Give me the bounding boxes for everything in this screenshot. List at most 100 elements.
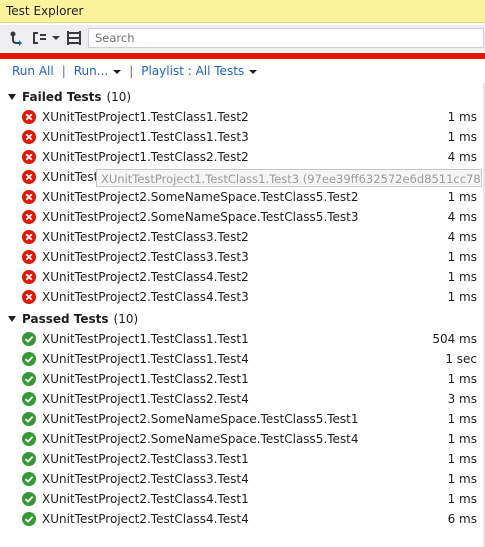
test-name: XUnitTestProject1.TestClass2.Test4 [42, 392, 249, 406]
playlist-label: Playlist : All Tests [141, 64, 245, 78]
test-duration: 4 ms [447, 230, 477, 244]
group-title: Failed Tests [22, 90, 102, 104]
group-count: (10) [106, 90, 132, 104]
test-row[interactable]: XUnitTestProject2.SomeNameSpace.TestClas… [0, 187, 485, 207]
test-row[interactable]: XUnitTestProject1.TestClass1.Test1 504 ms [0, 329, 485, 349]
collapse-arrow-icon[interactable] [8, 316, 16, 322]
test-row[interactable]: XUnitTestProject2.SomeNameSpace.TestClas… [0, 429, 485, 449]
test-name: XUnitTestProject2.TestClass3.Test1 [42, 452, 249, 466]
test-name: XUnitTestProject1.TestClass1.Test3 [42, 130, 249, 144]
test-row[interactable]: XUnitTestProject2.TestClass3.Test3 1 ms [0, 247, 485, 267]
test-row[interactable]: XUnitTestProject1.TestClass1.Test4 1 sec [0, 349, 485, 369]
test-name: XUnitTestProject1.TestClass1.Test2 [42, 110, 249, 124]
test-name: XUnitTestProject2.TestClass4.Test3 [42, 290, 249, 304]
test-row[interactable]: XUnitTestProject1.TestClass1.Test3 1 ms [0, 127, 485, 147]
test-row[interactable]: XUnitTestProject2.SomeNameSpace.TestClas… [0, 409, 485, 429]
failed-icon [22, 130, 36, 144]
test-name: XUnitTestProject1.TestClass2.Test2 [42, 150, 249, 164]
test-duration: 1 ms [447, 432, 477, 446]
dropdown-icon[interactable] [51, 28, 61, 48]
search-input[interactable] [89, 29, 481, 47]
test-row[interactable]: XUnitTestProject2.TestClass4.Test1 1 ms [0, 489, 485, 509]
failed-icon [22, 230, 36, 244]
run-all-link[interactable]: Run All [12, 64, 54, 78]
actions-bar: Run All | Run... | Playlist : All Tests [0, 59, 485, 83]
test-name: XUnitTestProject2.SomeNameSpace.TestClas… [42, 190, 359, 204]
test-name: XUnitTestProject2.TestClass3.Test3 [42, 250, 249, 264]
passed-icon [22, 392, 36, 406]
toolbar [0, 25, 485, 51]
passed-icon [22, 352, 36, 366]
test-row[interactable]: XUnitTestProject2.TestClass3.Test2 4 ms [0, 227, 485, 247]
test-duration: 504 ms [432, 332, 477, 346]
run-link[interactable]: Run... [73, 64, 122, 78]
test-row[interactable]: XUnitTestProject2.TestClass3.Test4 1 ms [0, 469, 485, 489]
passed-tests-group[interactable]: Passed Tests (10) [0, 309, 485, 329]
collapse-arrow-icon[interactable] [8, 94, 16, 100]
test-duration: 3 ms [447, 392, 477, 406]
passed-icon [22, 332, 36, 346]
passed-icon [22, 412, 36, 426]
test-settings-icon[interactable] [6, 28, 26, 48]
test-row[interactable]: XUnitTestProject2.TestClass4.Test2 1 ms [0, 267, 485, 287]
failed-icon [22, 270, 36, 284]
failed-icon [22, 150, 36, 164]
group-by-icon[interactable] [30, 28, 50, 48]
test-name: XUnitTestProject2.SomeNameSpace.TestClas… [42, 210, 359, 224]
failed-icon [22, 210, 36, 224]
test-duration: 1 ms [447, 130, 477, 144]
title-bar: Test Explorer [0, 0, 485, 23]
passed-icon [22, 452, 36, 466]
failed-icon [22, 190, 36, 204]
test-name: XUnitTestProject2.TestClass4.Test1 [42, 492, 249, 506]
failed-icon [22, 290, 36, 304]
passed-icon [22, 492, 36, 506]
test-name: XUnitTestProject2.TestClass4.Test4 [42, 512, 249, 526]
group-count: (10) [113, 312, 139, 326]
test-duration: 1 ms [447, 492, 477, 506]
test-name: XUnitTestProject1.TestClass1.Test1 [42, 332, 249, 346]
test-duration: 4 ms [447, 150, 477, 164]
separator: | [61, 64, 66, 78]
test-row[interactable]: XUnitTestProject1.TestClass2.Test1 1 ms [0, 369, 485, 389]
failed-tests-group[interactable]: Failed Tests (10) [0, 87, 485, 107]
test-row[interactable]: XUnitTestProject2.TestClass3.Test1 1 ms [0, 449, 485, 469]
test-row[interactable]: XUnitTestProject1.TestClass2.Test2 4 ms [0, 147, 485, 167]
test-name: XUnitTestProject2.SomeNameSpace.TestClas… [42, 412, 359, 426]
test-duration: 1 ms [447, 250, 477, 264]
test-row[interactable]: XUnitTestProject2.SomeNameSpace.TestClas… [0, 207, 485, 227]
test-duration: 1 ms [447, 372, 477, 386]
group-title: Passed Tests [22, 312, 109, 326]
test-name: XUnitTestProject2.TestClass4.Test2 [42, 270, 249, 284]
playlist-link[interactable]: Playlist : All Tests [141, 64, 258, 78]
test-name: XUnitTestProject2.TestClass3.Test4 [42, 472, 249, 486]
test-duration: 4 ms [447, 210, 477, 224]
search-box [88, 28, 484, 48]
test-duration: 1 ms [447, 270, 477, 284]
run-label: Run... [73, 64, 109, 78]
passed-icon [22, 512, 36, 526]
chevron-down-icon [113, 69, 122, 74]
passed-icon [22, 472, 36, 486]
test-name: XUnitTestProject2.TestClass3.Test2 [42, 230, 249, 244]
test-name: XUnitTestProject1.TestClass1.Test4 [42, 352, 249, 366]
test-duration: 1 sec [445, 352, 477, 366]
columns-icon[interactable] [64, 28, 84, 48]
passed-icon [22, 432, 36, 446]
test-row[interactable]: XUnitTestProject1.TestClass1.Test2 1 ms [0, 107, 485, 127]
test-duration: 1 ms [447, 452, 477, 466]
separator: | [129, 64, 134, 78]
test-duration: 1 ms [447, 412, 477, 426]
test-duration: 1 ms [447, 472, 477, 486]
test-row[interactable]: XUnitTestProject2.TestClass4.Test3 1 ms [0, 287, 485, 307]
test-name: XUnitTestProject2.SomeNameSpace.TestClas… [42, 432, 359, 446]
test-name: XUnitTestProject1.TestClass2.Test1 [42, 372, 249, 386]
passed-icon [22, 372, 36, 386]
test-row[interactable]: XUnitTestProject1.TestClass2.Test4 3 ms [0, 389, 485, 409]
test-duration: 1 ms [447, 190, 477, 204]
failed-icon [22, 110, 36, 124]
failed-icon [22, 170, 36, 184]
test-row[interactable]: XUnitTestProject2.TestClass4.Test4 6 ms [0, 509, 485, 529]
test-tooltip: XUnitTestProject1.TestClass1.Test3 (97ee… [96, 169, 482, 187]
test-duration: 6 ms [447, 512, 477, 526]
